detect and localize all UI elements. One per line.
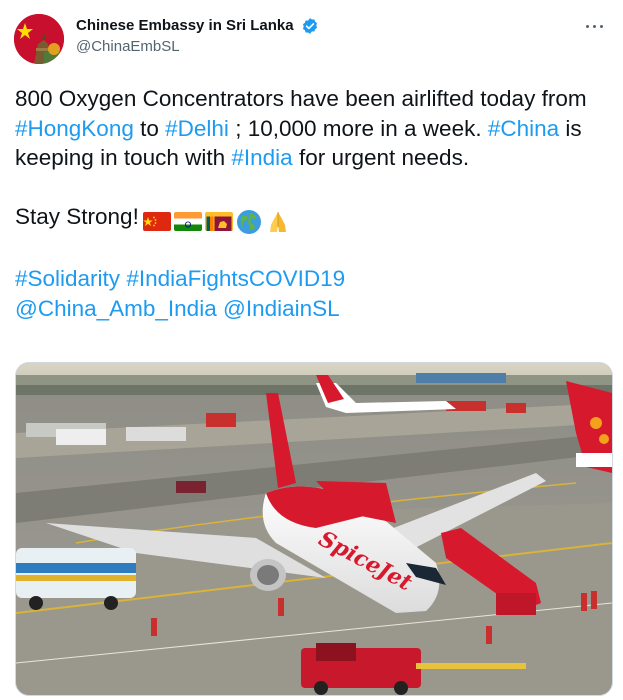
hashtag-china[interactable]: #China [488,116,559,141]
mention-china-amb-india[interactable]: @China_Amb_India [15,296,217,321]
mentions-line: @China_Amb_India @IndiainSL [15,294,611,324]
mention-indiainsl[interactable]: @IndiainSL [223,296,340,321]
tweet-text-segment: to [133,115,166,141]
hashtag-indiafightscovid19[interactable]: #IndiaFightsCOVID19 [126,266,345,291]
airport-apron-photo: SpiceJet [16,363,612,695]
folded-hands-icon [269,211,286,232]
tweet-text: 800 Oxygen Concentrators have been airli… [15,84,611,323]
hashtags-line: #Solidarity #IndiaFightsCOVID19 [15,264,611,294]
verified-badge-icon [302,18,318,34]
tweet-text-segment: 800 Oxygen Concentrators have been airli… [15,86,587,111]
hashtag-solidarity[interactable]: #Solidarity [15,266,120,291]
account-handle[interactable]: @ChinaEmbSL [76,37,319,57]
display-name[interactable]: Chinese Embassy in Sri Lanka [76,16,294,36]
sri-lanka-flag-icon [204,212,233,232]
emoji-row [142,206,294,236]
stay-strong-text: Stay Strong! [15,203,139,229]
tweet-text-segment: ; 10,000 more in a week. [228,115,488,141]
hashtag-hongkong[interactable]: #HongKong [15,116,134,141]
tweet-photo[interactable]: SpiceJet [15,362,613,696]
hashtag-india[interactable]: #India [231,145,292,170]
avatar[interactable] [14,14,64,64]
more-options-icon[interactable] [583,16,607,36]
tweet-body: 800 Oxygen Concentrators have been airli… [15,84,611,173]
tweet-header: Chinese Embassy in Sri Lanka @ChinaEmbSL [14,14,613,64]
stay-strong-line: Stay Strong! [15,202,611,236]
globe-icon [236,209,261,234]
hashtag-delhi[interactable]: #Delhi [165,116,229,141]
tweet-text-segment: for urgent needs. [292,145,470,170]
india-flag-icon [173,212,202,232]
china-flag-icon [142,212,171,232]
